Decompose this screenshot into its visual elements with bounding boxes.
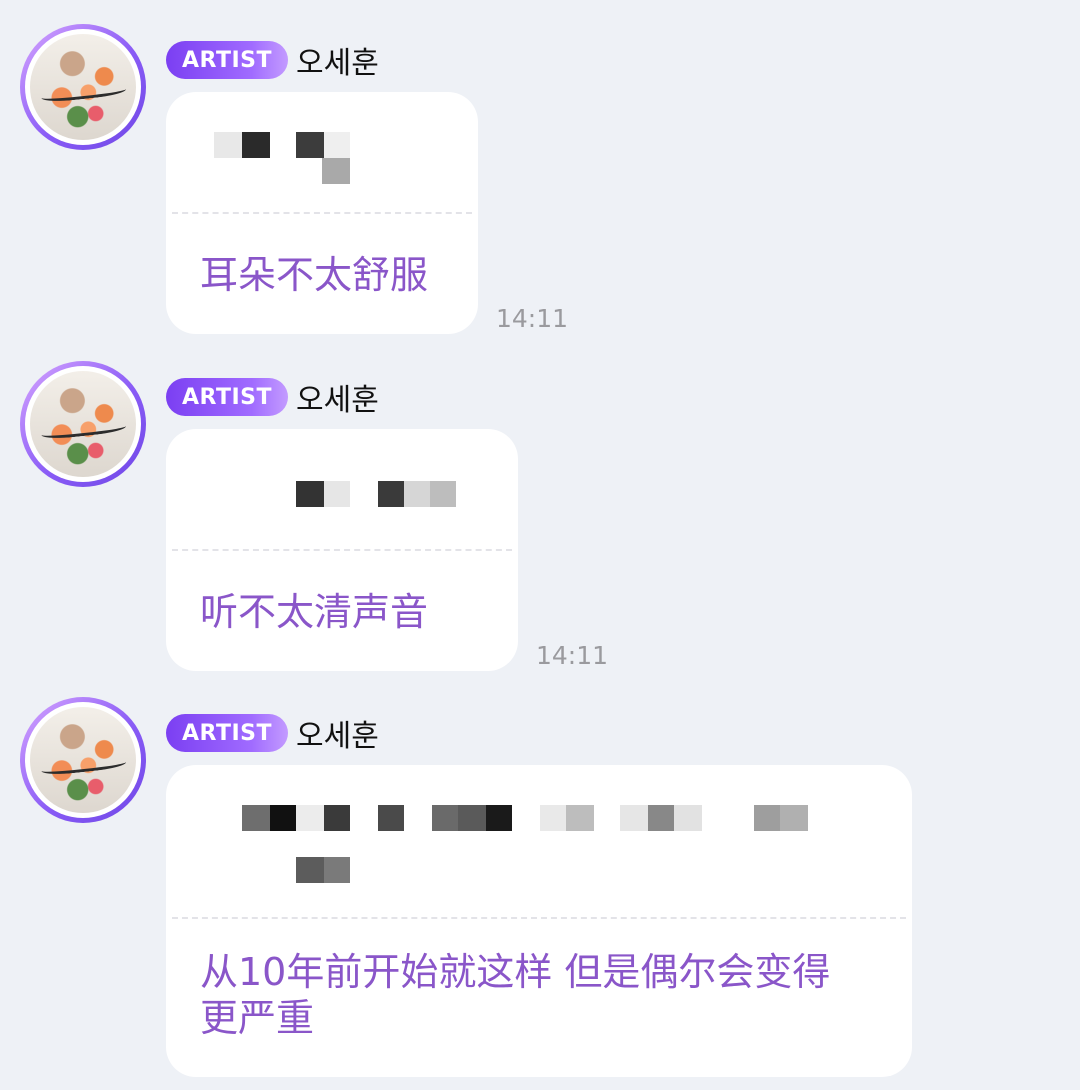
translated-text: 从10年前开始就这样 但是偶尔会变得 更严重 (200, 950, 831, 1040)
blurred-original-text (242, 805, 808, 831)
artist-badge: ARTIST (166, 378, 289, 416)
message-bubble[interactable]: 听不太清声音 (166, 429, 518, 671)
translated-text: 听不太清声音 (200, 590, 429, 634)
avatar-photo (30, 371, 136, 477)
sender-name[interactable]: 오세훈 (296, 711, 379, 755)
sender-name[interactable]: 오세훈 (296, 38, 379, 82)
avatar[interactable] (20, 697, 146, 823)
artist-badge: ARTIST (166, 714, 289, 752)
message-bubble[interactable]: 耳朵不太舒服 (166, 92, 478, 334)
blurred-original-text (296, 481, 456, 507)
avatar-photo (30, 34, 136, 140)
message-bubble[interactable]: 从10年前开始就这样 但是偶尔会变得 更严重 (166, 765, 912, 1077)
translation-divider (172, 549, 512, 551)
message-header: ARTIST 오세훈 (166, 711, 379, 755)
timestamp: 14:11 (536, 641, 609, 670)
avatar[interactable] (20, 24, 146, 150)
message-header: ARTIST 오세훈 (166, 375, 379, 419)
translation-divider (172, 212, 472, 214)
avatar[interactable] (20, 361, 146, 487)
artist-badge: ARTIST (166, 41, 289, 79)
avatar-photo (30, 707, 136, 813)
translated-text: 耳朵不太舒服 (200, 253, 429, 297)
timestamp: 14:11 (496, 304, 569, 333)
sender-name[interactable]: 오세훈 (296, 375, 379, 419)
blurred-original-text (214, 132, 350, 158)
translation-divider (172, 917, 906, 919)
message-header: ARTIST 오세훈 (166, 38, 379, 82)
